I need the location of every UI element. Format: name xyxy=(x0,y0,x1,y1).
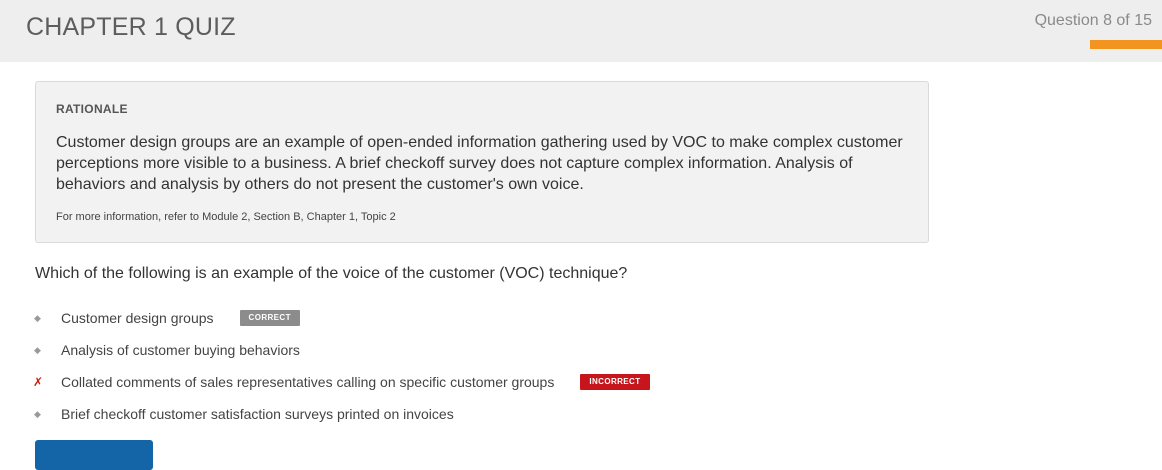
rationale-heading: RATIONALE xyxy=(56,102,128,116)
answer-option: ◆ Brief checkoff customer satisfaction s… xyxy=(30,398,930,430)
next-button[interactable] xyxy=(35,440,153,470)
correct-badge: CORRECT xyxy=(239,310,300,326)
x-mark-icon: ✗ xyxy=(33,375,44,389)
top-bar: CHAPTER 1 QUIZ Question 8 of 15 xyxy=(0,0,1162,62)
diamond-bullet-icon: ◆ xyxy=(34,312,41,323)
page-title: CHAPTER 1 QUIZ xyxy=(26,13,236,41)
rationale-panel: RATIONALE Customer design groups are an … xyxy=(35,81,929,243)
answer-option: ◆ Customer design groups CORRECT xyxy=(30,302,930,334)
diamond-bullet-icon: ◆ xyxy=(34,408,41,419)
answer-option: ◆ Analysis of customer buying behaviors xyxy=(30,334,930,366)
answer-list: ◆ Customer design groups CORRECT ◆ Analy… xyxy=(30,302,930,430)
rationale-reference: For more information, refer to Module 2,… xyxy=(56,211,396,223)
incorrect-badge: INCORRECT xyxy=(580,374,650,390)
answer-text: Collated comments of sales representativ… xyxy=(61,374,555,390)
answer-text: Brief checkoff customer satisfaction sur… xyxy=(61,406,454,422)
question-text: Which of the following is an example of … xyxy=(35,265,628,282)
progress-bar xyxy=(1090,40,1162,49)
answer-text: Analysis of customer buying behaviors xyxy=(61,342,300,358)
answer-option: ✗ Collated comments of sales representat… xyxy=(30,366,930,398)
diamond-bullet-icon: ◆ xyxy=(34,344,41,355)
answer-text: Customer design groups xyxy=(61,310,214,326)
question-progress-label: Question 8 of 15 xyxy=(1034,12,1152,29)
rationale-body: Customer design groups are an example of… xyxy=(56,134,903,193)
